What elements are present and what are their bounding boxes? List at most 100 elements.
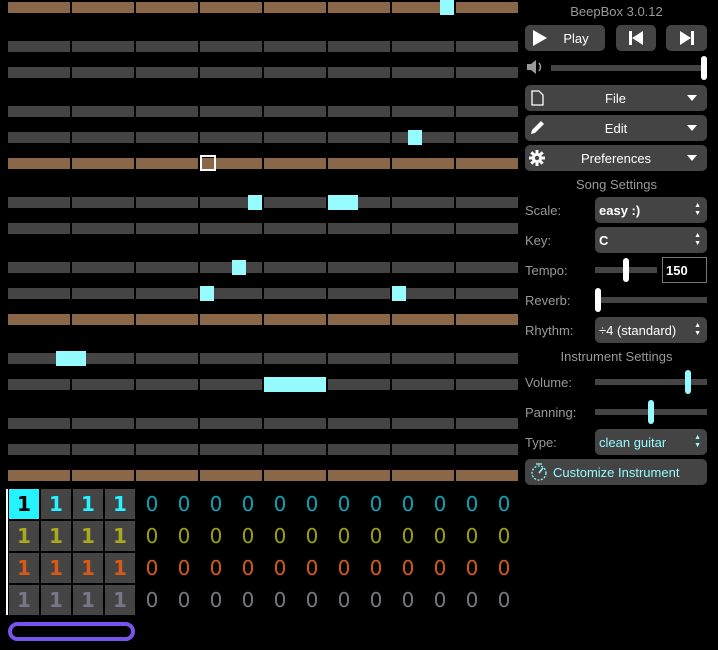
track-cell[interactable]: 0: [169, 521, 199, 551]
track-cell[interactable]: 0: [361, 585, 391, 615]
pattern-editor[interactable]: [0, 0, 520, 486]
track-cell[interactable]: 0: [201, 553, 231, 583]
track-cell[interactable]: 0: [329, 521, 359, 551]
track-cell[interactable]: 0: [425, 553, 455, 583]
note[interactable]: [328, 195, 358, 210]
track-cell[interactable]: 0: [233, 489, 263, 519]
track-cell[interactable]: 0: [137, 585, 167, 615]
note[interactable]: [440, 0, 454, 15]
note[interactable]: [392, 286, 406, 301]
track-cell[interactable]: 1: [9, 521, 39, 551]
track-cell[interactable]: 0: [489, 521, 519, 551]
panning-thumb[interactable]: [648, 400, 654, 424]
track-cell[interactable]: 0: [489, 553, 519, 583]
track-cell[interactable]: 0: [201, 521, 231, 551]
track-cell[interactable]: 0: [393, 553, 423, 583]
track-cell[interactable]: 0: [457, 553, 487, 583]
scale-row-bar: [264, 132, 326, 143]
loop-selection-handle[interactable]: [8, 622, 135, 641]
track-cell[interactable]: 0: [297, 553, 327, 583]
master-volume-slider[interactable]: [551, 65, 707, 71]
track-cell[interactable]: 0: [169, 585, 199, 615]
track-cell[interactable]: 0: [393, 585, 423, 615]
track-cell[interactable]: 0: [361, 489, 391, 519]
track-cell[interactable]: 0: [393, 489, 423, 519]
track-cell[interactable]: 1: [41, 489, 71, 519]
track-cell[interactable]: 0: [425, 521, 455, 551]
octave-row-bar: [72, 470, 134, 481]
track-cell[interactable]: 0: [297, 521, 327, 551]
track-cell[interactable]: 0: [457, 489, 487, 519]
track-cell[interactable]: 0: [265, 521, 295, 551]
track-cell[interactable]: 0: [489, 585, 519, 615]
key-select[interactable]: C ▲ ▼: [595, 227, 707, 253]
edit-menu[interactable]: Edit: [525, 115, 707, 141]
track-cell[interactable]: 1: [105, 489, 135, 519]
scale-row-bar: [136, 106, 198, 117]
customize-instrument-button[interactable]: Customize Instrument: [525, 459, 707, 485]
track-cell[interactable]: 0: [265, 489, 295, 519]
rhythm-select[interactable]: ÷4 (standard) ▲ ▼: [595, 317, 707, 343]
track-cell[interactable]: 0: [329, 585, 359, 615]
track-cell[interactable]: 0: [361, 521, 391, 551]
scale-select[interactable]: easy :) ▲ ▼: [595, 197, 707, 223]
track-cell[interactable]: 0: [361, 553, 391, 583]
track-cell[interactable]: 1: [73, 553, 103, 583]
master-volume-thumb[interactable]: [701, 56, 707, 80]
track-cell[interactable]: 0: [457, 521, 487, 551]
track-cell[interactable]: 0: [425, 585, 455, 615]
reverb-slider[interactable]: [595, 297, 707, 303]
track-editor[interactable]: 1111000000000000111100000000000011110000…: [0, 486, 520, 650]
reverb-slider-thumb[interactable]: [595, 288, 601, 312]
note[interactable]: [264, 377, 326, 392]
track-cell[interactable]: 1: [9, 585, 39, 615]
track-cell[interactable]: 1: [105, 585, 135, 615]
track-cell[interactable]: 0: [297, 489, 327, 519]
track-cell[interactable]: 1: [41, 553, 71, 583]
note[interactable]: [408, 130, 422, 145]
track-cell[interactable]: 0: [457, 585, 487, 615]
next-bar-button[interactable]: [666, 25, 707, 51]
tempo-slider-thumb[interactable]: [623, 258, 629, 282]
track-cell[interactable]: 1: [9, 489, 39, 519]
track-cell[interactable]: 1: [73, 489, 103, 519]
track-cell[interactable]: 1: [41, 521, 71, 551]
note[interactable]: [232, 260, 246, 275]
track-cell[interactable]: 0: [169, 489, 199, 519]
track-cell[interactable]: 0: [137, 553, 167, 583]
track-cell[interactable]: 0: [169, 553, 199, 583]
track-cell[interactable]: 1: [9, 553, 39, 583]
track-cell[interactable]: 0: [329, 553, 359, 583]
track-cell[interactable]: 1: [73, 585, 103, 615]
track-cell[interactable]: 0: [233, 553, 263, 583]
select-arrows-icon: ▲ ▼: [694, 232, 701, 247]
track-cell[interactable]: 0: [329, 489, 359, 519]
file-menu[interactable]: File: [525, 85, 707, 111]
track-cell[interactable]: 1: [41, 585, 71, 615]
track-cell[interactable]: 1: [73, 521, 103, 551]
track-cell[interactable]: 0: [265, 585, 295, 615]
instrument-type-select[interactable]: clean guitar ▲ ▼: [595, 429, 707, 455]
play-button[interactable]: Play: [525, 25, 605, 51]
note[interactable]: [200, 286, 214, 301]
track-cell[interactable]: 0: [233, 521, 263, 551]
track-cell[interactable]: 0: [297, 585, 327, 615]
preferences-menu[interactable]: Preferences: [525, 145, 707, 171]
track-cell[interactable]: 0: [137, 489, 167, 519]
track-cell[interactable]: 0: [201, 489, 231, 519]
instrument-volume-thumb[interactable]: [685, 370, 692, 394]
note[interactable]: [56, 351, 86, 366]
track-cell[interactable]: 1: [105, 521, 135, 551]
previous-bar-button[interactable]: [616, 25, 656, 51]
track-cell[interactable]: 0: [425, 489, 455, 519]
tempo-input[interactable]: 150: [662, 257, 707, 283]
octave-row-bar: [72, 158, 134, 169]
track-cell[interactable]: 0: [201, 585, 231, 615]
note[interactable]: [248, 195, 262, 210]
track-cell[interactable]: 0: [137, 521, 167, 551]
track-cell[interactable]: 1: [105, 553, 135, 583]
track-cell[interactable]: 0: [393, 521, 423, 551]
track-cell[interactable]: 0: [233, 585, 263, 615]
track-cell[interactable]: 0: [265, 553, 295, 583]
track-cell[interactable]: 0: [489, 489, 519, 519]
